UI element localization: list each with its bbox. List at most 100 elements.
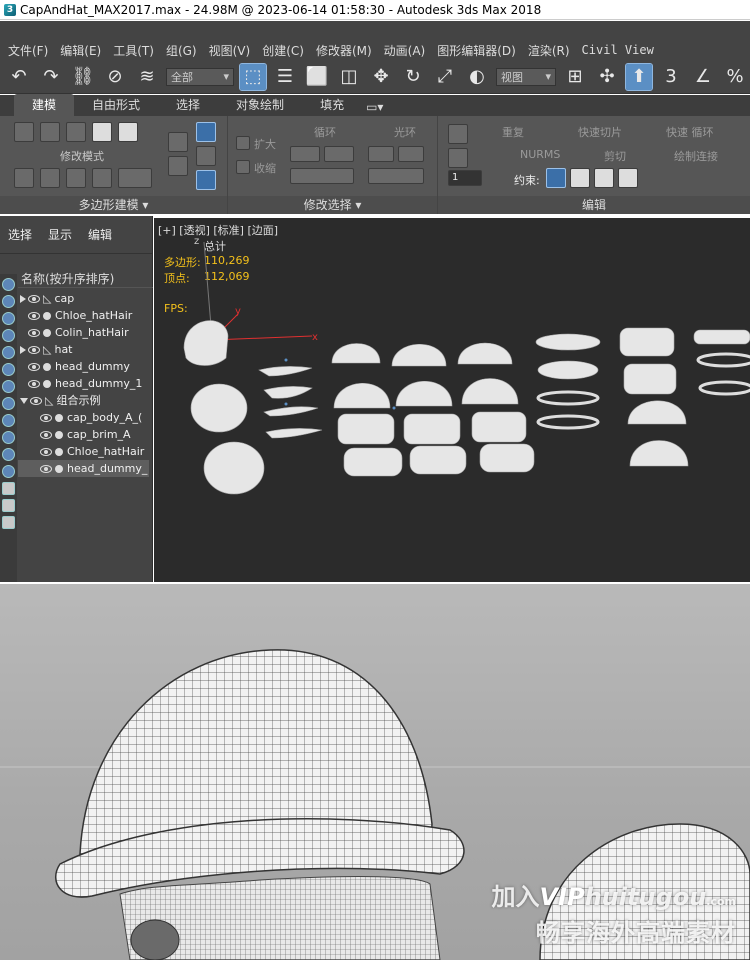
show-end-result-icon[interactable] (196, 122, 216, 142)
ring-mode-icon[interactable] (368, 168, 424, 184)
mesh-tool-1-icon[interactable] (14, 168, 34, 188)
spinner-field[interactable]: 1 (448, 170, 482, 186)
explorer-row[interactable]: ◺ 组合示例 (18, 392, 149, 409)
explorer-menu-display[interactable]: 显示 (48, 226, 72, 243)
band-1[interactable] (693, 329, 750, 345)
brim-piece-3[interactable] (263, 406, 319, 417)
hair-ring-4[interactable] (536, 414, 600, 430)
head-dummy-1-mesh[interactable] (203, 441, 265, 495)
nurms-label[interactable]: NURMS (520, 148, 560, 161)
paint-connect-label[interactable]: 绘制连接 (674, 148, 718, 164)
filter-all-icon[interactable] (2, 482, 15, 495)
rect-region-icon[interactable]: ⬜ (304, 64, 330, 90)
visibility-eye-icon[interactable] (40, 465, 52, 473)
tab-selection[interactable]: 选择 (158, 94, 218, 116)
head-dummy-mesh[interactable] (190, 383, 248, 433)
visibility-eye-icon[interactable] (40, 414, 52, 422)
manipulate-icon[interactable]: ✣ (594, 64, 620, 90)
tab-modeling[interactable]: 建模 (14, 94, 75, 116)
chevron-down-icon[interactable] (20, 398, 28, 404)
hair-ring-2[interactable] (537, 360, 599, 380)
filter-cameras-icon[interactable] (2, 329, 15, 342)
menu-graph-editors[interactable]: 图形编辑器(D) (429, 42, 516, 59)
visibility-eye-icon[interactable] (28, 312, 40, 320)
shrink-icon[interactable] (236, 160, 250, 174)
rotate-icon[interactable]: ↻ (400, 64, 426, 90)
cap-body-4[interactable] (333, 382, 391, 409)
filter-xrefs-icon[interactable] (2, 397, 15, 410)
edit-tool-b-icon[interactable] (448, 148, 468, 168)
explorer-row[interactable]: cap_brim_A (18, 426, 149, 443)
hat-piece-c[interactable] (627, 400, 687, 425)
border-mode-icon[interactable] (66, 122, 86, 142)
menu-group[interactable]: 组(G) (158, 42, 197, 59)
menu-animation[interactable]: 动画(A) (376, 42, 426, 59)
hat-body-5[interactable] (409, 445, 467, 475)
cap-mesh[interactable] (183, 320, 229, 366)
explorer-row[interactable]: head_dummy_ (18, 460, 149, 477)
hat-body-1[interactable] (337, 413, 395, 445)
constraint-edge-icon[interactable] (570, 168, 590, 188)
mesh-tool-4-icon[interactable] (92, 168, 112, 188)
loop-shrink-icon[interactable] (324, 146, 354, 162)
hat-body-2[interactable] (403, 413, 461, 445)
visibility-eye-icon[interactable] (40, 448, 52, 456)
group-title-poly[interactable]: 多边形建模 ▾ (0, 196, 227, 214)
quickloop-label[interactable]: 快速 循环 (666, 124, 714, 140)
filter-none-icon[interactable] (2, 499, 15, 512)
explorer-menu-edit[interactable]: 编辑 (88, 226, 112, 243)
explorer-row[interactable]: ◺ cap (18, 290, 149, 307)
ring-grow-icon[interactable] (368, 146, 394, 162)
explorer-menu-select[interactable]: 选择 (8, 226, 32, 243)
scale-icon[interactable]: ⤢ (432, 64, 458, 90)
cap-body-5[interactable] (395, 380, 453, 407)
cap-body-3[interactable] (457, 342, 513, 365)
hat-body-4[interactable] (343, 447, 403, 477)
visibility-eye-icon[interactable] (40, 431, 52, 439)
select-object-icon[interactable]: ⬚ (239, 62, 267, 91)
brim-piece-1[interactable] (258, 366, 313, 377)
place-icon[interactable]: ◐ (464, 64, 490, 90)
cap-body-1[interactable] (331, 343, 381, 364)
unlink-icon[interactable]: ⊘ (102, 64, 128, 90)
undo-icon[interactable]: ↶ (6, 64, 32, 90)
edge-mode-icon[interactable] (40, 122, 60, 142)
edit-tool-a-icon[interactable] (448, 124, 468, 144)
mesh-tool-3-icon[interactable] (66, 168, 86, 188)
explorer-row[interactable]: head_dummy_1 (18, 375, 149, 392)
band-3[interactable] (698, 380, 750, 396)
perspective-viewport[interactable]: [+] [透视] [标准] [边面] 总计 多边形: 110,269 顶点: 1… (154, 218, 750, 582)
redo-icon[interactable]: ↷ (38, 64, 64, 90)
explorer-row[interactable]: head_dummy (18, 358, 149, 375)
element-mode-icon[interactable] (118, 122, 138, 142)
cap-body-2[interactable] (391, 344, 447, 367)
group-title-edit[interactable]: 编辑 (438, 196, 750, 214)
tab-object-paint[interactable]: 对象绘制 (218, 94, 302, 116)
grow-icon[interactable] (236, 136, 250, 150)
constraint-normal-icon[interactable] (618, 168, 638, 188)
window-crossing-icon[interactable]: ◫ (336, 64, 362, 90)
filter-spacewarps-icon[interactable] (2, 363, 15, 376)
explorer-row[interactable]: ◺ hat (18, 341, 149, 358)
visibility-eye-icon[interactable] (28, 380, 40, 388)
ribbon-toggle-icon[interactable]: ▭▾ (362, 98, 387, 116)
menu-edit[interactable]: 编辑(E) (52, 42, 101, 59)
tab-populate[interactable]: 填充 (302, 94, 362, 116)
filter-helpers-icon[interactable] (2, 346, 15, 359)
vertex-mode-icon[interactable] (14, 122, 34, 142)
link-icon[interactable]: ⛓ (70, 64, 96, 90)
percent-snap-icon[interactable]: % (722, 64, 748, 90)
selection-filter-dropdown[interactable]: 全部 ▾ (166, 67, 234, 86)
menu-civil-view[interactable]: Civil View (574, 43, 654, 57)
grow-label[interactable]: 扩大 (254, 136, 276, 152)
keyboard-shortcut-icon[interactable]: ⬆ (625, 62, 653, 91)
brim-piece-4[interactable] (265, 428, 323, 439)
visibility-eye-icon[interactable] (28, 346, 40, 354)
hair-ring-1[interactable] (535, 333, 601, 351)
polygon-mode-icon[interactable] (92, 122, 112, 142)
hat-piece-b[interactable] (623, 363, 677, 395)
snap-icon[interactable]: 3 (658, 64, 684, 90)
explorer-row[interactable]: Colin_hatHair (18, 324, 149, 341)
constraint-face-icon[interactable] (594, 168, 614, 188)
explorer-row[interactable]: Chloe_hatHair (18, 307, 149, 324)
